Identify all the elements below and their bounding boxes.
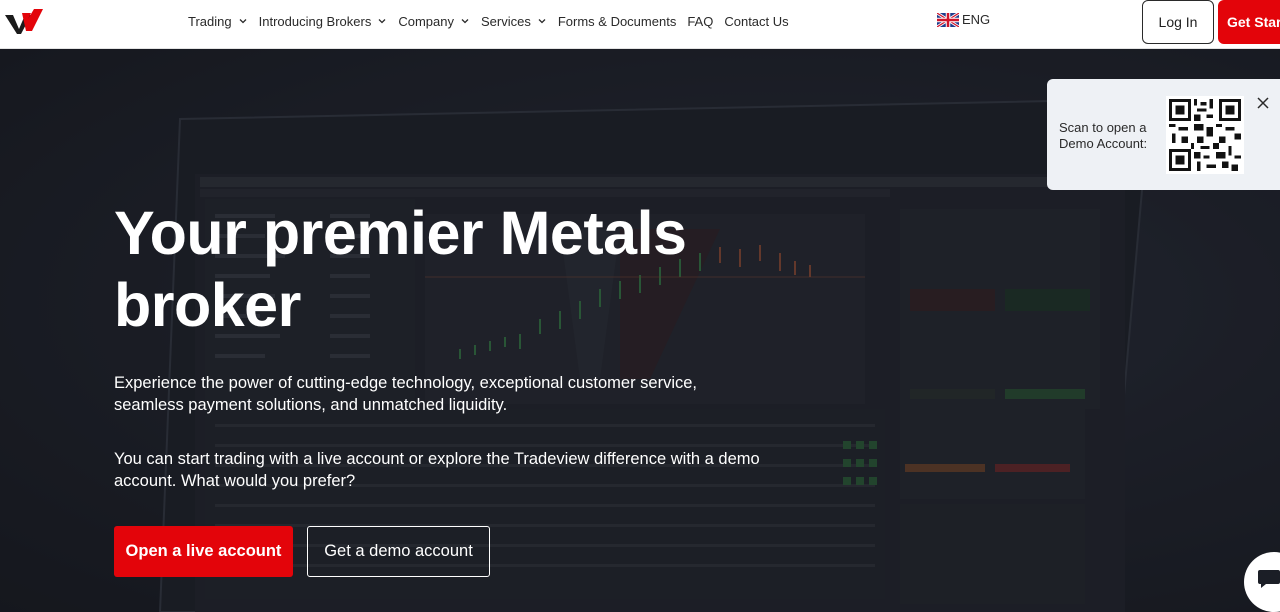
site-header: Trading Introducing Brokers Company Serv… (0, 0, 1280, 49)
open-live-account-label: Open a live account (125, 542, 282, 560)
login-button[interactable]: Log In (1142, 0, 1214, 44)
main-nav: Trading Introducing Brokers Company Serv… (188, 0, 800, 42)
qr-popup-text: Scan to open a Demo Account: (1059, 120, 1148, 151)
login-button-label: Log In (1158, 14, 1198, 30)
chevron-down-icon (461, 19, 469, 24)
get-demo-account-button[interactable]: Get a demo account (307, 526, 490, 577)
nav-introducing-brokers[interactable]: Introducing Brokers (259, 14, 388, 29)
get-started-button-label: Get Start (1227, 14, 1280, 30)
chat-icon (1258, 570, 1280, 588)
nav-trading[interactable]: Trading (188, 14, 248, 29)
qr-demo-popup: Scan to open a Demo Account: (1047, 79, 1280, 190)
get-started-button[interactable]: Get Start (1218, 0, 1280, 44)
get-demo-account-label: Get a demo account (324, 542, 473, 560)
tradeview-logo[interactable] (4, 7, 44, 35)
qr-code-icon (1166, 96, 1244, 174)
language-label: ENG (962, 12, 991, 27)
nav-contact-us[interactable]: Contact Us (724, 14, 788, 29)
nav-trading-label: Trading (188, 13, 232, 29)
nav-faq[interactable]: FAQ (687, 14, 713, 29)
nav-services-label: Services (480, 13, 531, 29)
open-live-account-button[interactable]: Open a live account (114, 526, 293, 577)
nav-introducing-brokers-label: Introducing Brokers (258, 13, 372, 29)
uk-flag-icon (937, 12, 959, 27)
language-selector[interactable]: ENG (937, 12, 990, 27)
nav-forms-documents[interactable]: Forms & Documents (558, 14, 676, 29)
nav-forms-documents-label: Forms & Documents (557, 13, 677, 29)
chevron-down-icon (538, 19, 546, 24)
nav-services[interactable]: Services (481, 14, 547, 29)
nav-company-label: Company (398, 13, 454, 29)
close-icon[interactable] (1256, 96, 1270, 110)
hero-title: Your premier Metals broker (114, 199, 687, 339)
nav-contact-us-label: Contact Us (724, 13, 789, 29)
nav-faq-label: FAQ (687, 13, 714, 29)
nav-company[interactable]: Company (398, 14, 470, 29)
chevron-down-icon (239, 19, 247, 24)
hero-description: Experience the power of cutting-edge tec… (114, 374, 698, 414)
hero-prompt: You can start trading with a live accoun… (114, 450, 760, 490)
chevron-down-icon (378, 19, 386, 24)
